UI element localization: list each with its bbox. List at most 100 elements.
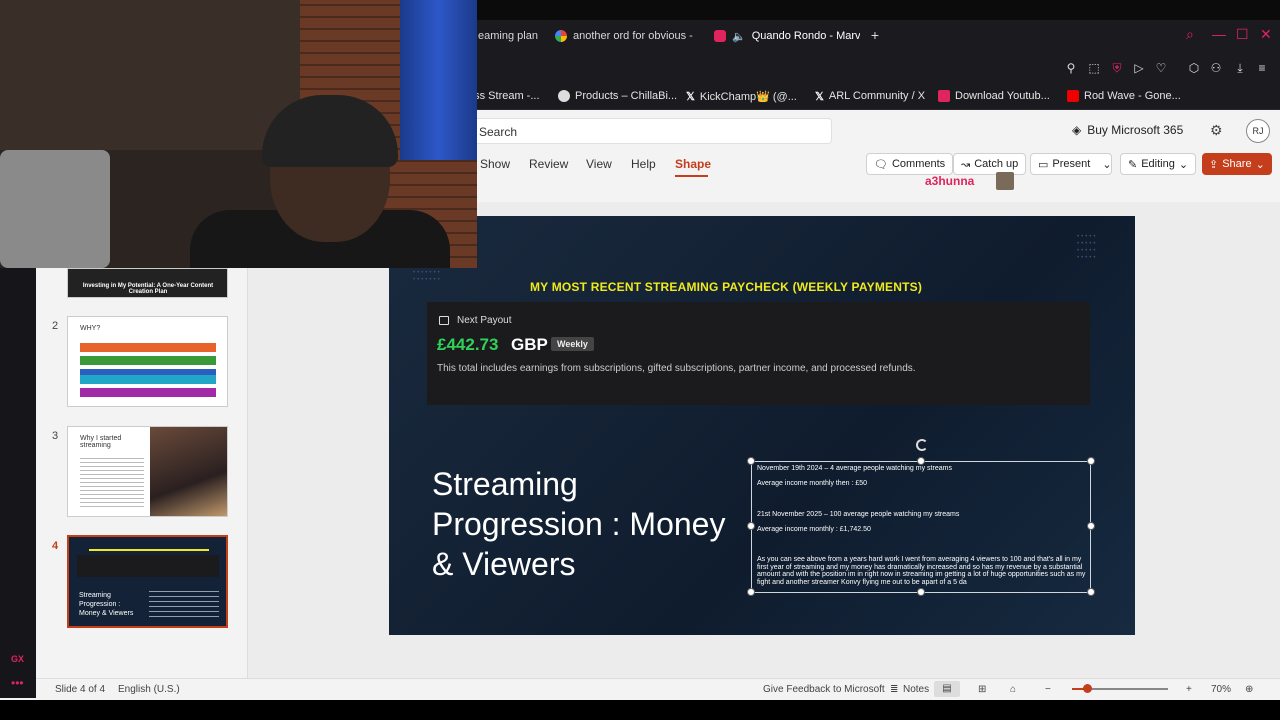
resize-handle[interactable] [917,457,925,465]
tab-youtube-active[interactable]: 🔈 Quando Rondo - Marv [714,26,860,46]
slide-counter: Slide 4 of 4 [55,684,106,695]
extensions-icon[interactable]: ⬡ [1187,61,1201,75]
buy-microsoft-button[interactable]: ◈ Buy Microsoft 365 [1072,123,1183,137]
thumbnail-bar [80,388,216,397]
slide-thumbnail-1[interactable]: Investing in My Potential: A One-Year Co… [67,268,228,298]
x-icon: 𝕏 [686,90,695,103]
notes-icon: ≣ [890,684,899,695]
resize-handle[interactable] [1087,457,1095,465]
screenshot-icon[interactable]: ⬚ [1087,61,1101,75]
youtube-icon [1067,90,1079,102]
thumbnail-text-lines [149,589,219,617]
search-input[interactable]: Search [470,118,832,144]
notes-button[interactable]: Notes [903,684,929,695]
thumbnail-title: Investing in My Potential: A One-Year Co… [82,283,214,295]
resize-handle[interactable] [917,588,925,596]
bookmark-label: Products – ChillaBi... [575,90,678,102]
google-icon [555,30,567,42]
download-site-icon [938,90,950,102]
zoom-in-icon[interactable]: + [1186,684,1192,695]
resize-handle[interactable] [1087,588,1095,596]
chevron-down-icon: ⌄ [1255,158,1265,171]
browser-sidebar: GX ••• [0,268,36,698]
heart-icon[interactable]: ♡ [1154,61,1168,75]
collaborator-avatar [996,172,1014,190]
tab-view[interactable]: View [586,157,612,171]
payout-card: Next Payout £442.73 GBP Weekly This tota… [427,302,1090,405]
resize-handle[interactable] [747,457,755,465]
tab-label: another ord for obvious - [573,30,693,42]
feedback-link[interactable]: Give Feedback to Microsoft [763,684,885,695]
bookmark-label: ARL Community / X [828,90,926,102]
resize-handle[interactable] [747,522,755,530]
menu-icon[interactable]: ≡ [1255,61,1269,75]
normal-view-icon[interactable]: ▤ [934,681,960,697]
more-icon[interactable]: ••• [11,676,24,690]
selected-text-box[interactable]: November 19th 2024 – 4 average people wa… [751,461,1091,593]
slide-title[interactable]: Streaming Progression : Money & Viewers [432,464,742,584]
profile-icon[interactable]: ⚇ [1209,61,1223,75]
slide-canvas[interactable]: ••••••• ••••••• ••••• ••••• ••••• ••••• MY M… [389,216,1135,635]
zoom-out-icon[interactable]: − [1045,684,1051,695]
bookmark-arl[interactable]: 𝕏 ARL Community / X [815,89,925,103]
bookmark-download-youtube[interactable]: Download Youtub... [938,89,1050,103]
bookmark-stream[interactable]: oss Stream -... [468,89,540,103]
slide-thumbnail-2[interactable]: WHY? [67,316,228,407]
bookmark-rod-wave[interactable]: Rod Wave - Gone... [1067,89,1181,103]
bookmark-kickchamp[interactable]: 𝕏 KickChamp👑 (@... [686,89,797,103]
text-line: November 19th 2024 – 4 average people wa… [757,465,952,472]
tab-help[interactable]: Help [631,157,656,171]
site-icon [558,90,570,102]
share-button[interactable]: ⇪ Share ⌄ [1202,153,1272,175]
chevron-down-icon: ⌄ [1178,158,1189,171]
slide-thumbnail-3[interactable]: Why I started streaming [67,426,228,517]
new-tab-button[interactable]: + [868,27,882,43]
gx-icon[interactable]: GX [11,654,24,664]
minimize-icon[interactable]: — [1212,26,1226,42]
resize-handle[interactable] [1087,522,1095,530]
slide-thumbnail-4[interactable]: Streaming Progression : Money & Viewers [67,535,228,628]
thumbnail-heading-mark [89,549,209,551]
wallet-icon [439,316,449,325]
close-icon[interactable]: ✕ [1260,26,1272,43]
gear-icon[interactable]: ⚙ [1210,122,1223,139]
present-icon: ▭ [1038,158,1049,171]
reading-view-icon[interactable]: ⌂ [1010,684,1016,695]
editing-button[interactable]: ✎ Editing ⌄ [1120,153,1197,175]
share-label: Share [1222,158,1252,170]
pin-icon[interactable]: ⚲ [1064,61,1078,75]
present-button[interactable]: ▭ Present ⌄ [1030,153,1112,175]
play-icon[interactable]: ▷ [1132,61,1146,75]
rotate-handle-icon[interactable] [916,439,928,451]
slide-sorter-icon[interactable]: ⊞ [978,684,986,695]
maximize-icon[interactable]: ☐ [1236,26,1249,43]
thumbnail-bar [80,375,216,384]
avatar[interactable]: RJ [1246,119,1270,143]
shield-icon[interactable]: ⛨ [1110,61,1124,75]
tab-review[interactable]: Review [529,157,568,171]
search-icon[interactable]: ⌕ [1186,26,1194,43]
tab-streaming-plan[interactable]: eaming plan [478,26,538,46]
fit-slide-icon[interactable]: ⊕ [1245,684,1253,695]
zoom-level[interactable]: 70% [1211,684,1231,695]
thumbnail-title: WHY? [80,325,101,332]
catch-up-button[interactable]: ↝ Catch up [953,153,1027,175]
download-icon[interactable]: ⤓ [1233,61,1247,75]
thumbnail-payout-box [77,555,219,577]
tab-shape[interactable]: Shape [675,157,711,171]
bookmark-products[interactable]: Products – ChillaBi... [558,89,677,103]
payout-label: Next Payout [457,315,512,326]
language-indicator[interactable]: English (U.S.) [118,684,180,695]
text-line: 21st November 2025 – 100 average people … [757,511,960,518]
bookmark-label: Rod Wave - Gone... [1084,90,1181,102]
resize-handle[interactable] [747,588,755,596]
chevron-down-icon[interactable]: ⌄ [1102,158,1111,171]
zoom-slider-handle[interactable] [1083,684,1092,693]
comment-icon: 🗨 [874,158,888,171]
comments-button[interactable]: 🗨 Comments [866,153,954,175]
payout-description: This total includes earnings from subscr… [437,363,916,374]
tab-slide-show[interactable]: Show [480,157,510,171]
active-tab-indicator [675,175,708,177]
screen: eaming plan another ord for obvious - 🔈 … [0,0,1280,720]
tab-google-search[interactable]: another ord for obvious - [555,26,695,46]
